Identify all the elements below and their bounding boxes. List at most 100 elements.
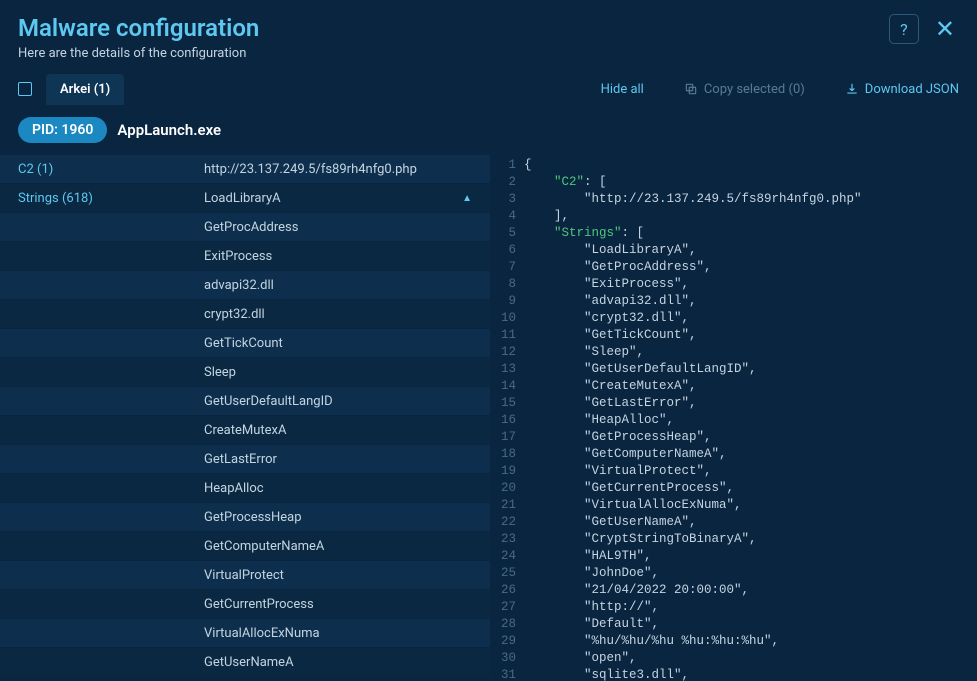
line-number: 16 bbox=[490, 412, 516, 429]
header: Malware configuration Here are the detai… bbox=[0, 0, 977, 71]
row-value: VirtualAllocExNuma bbox=[204, 626, 490, 641]
row-value: advapi32.dll bbox=[204, 278, 490, 293]
line-number: 4 bbox=[490, 208, 516, 225]
code-line: "VirtualProtect", bbox=[524, 463, 977, 480]
line-number: 24 bbox=[490, 548, 516, 565]
line-number: 21 bbox=[490, 497, 516, 514]
row-value: VirtualProtect bbox=[204, 568, 490, 583]
toolbar: Arkei (1) Hide all Copy selected (0) Dow… bbox=[0, 71, 977, 107]
list-row[interactable]: GetProcessHeap bbox=[0, 503, 490, 532]
list-row[interactable]: GetTickCount bbox=[0, 329, 490, 358]
row-value: http://23.137.249.5/fs89rh4nfg0.php bbox=[204, 162, 490, 177]
code-line: "http://", bbox=[524, 599, 977, 616]
pid-bar: PID: 1960 AppLaunch.exe bbox=[0, 107, 977, 155]
code-line: "GetUserDefaultLangID", bbox=[524, 361, 977, 378]
row-value: GetComputerNameA bbox=[204, 539, 490, 554]
code-line: "GetCurrentProcess", bbox=[524, 480, 977, 497]
list-row[interactable]: CreateMutexA bbox=[0, 416, 490, 445]
code-line: "Sleep", bbox=[524, 344, 977, 361]
left-panel[interactable]: C2 (1)http://23.137.249.5/fs89rh4nfg0.ph… bbox=[0, 155, 490, 681]
code-line: "CreateMutexA", bbox=[524, 378, 977, 395]
list-row[interactable]: GetUserNameA bbox=[0, 648, 490, 677]
list-row[interactable]: ExitProcess bbox=[0, 242, 490, 271]
list-row[interactable]: Sleep bbox=[0, 358, 490, 387]
row-value: GetProcAddress bbox=[204, 220, 490, 235]
line-number: 31 bbox=[490, 667, 516, 681]
list-row[interactable]: crypt32.dll bbox=[0, 300, 490, 329]
list-row[interactable]: GetLastError bbox=[0, 445, 490, 474]
page-title: Malware configuration bbox=[18, 14, 889, 42]
row-value: LoadLibraryA bbox=[204, 191, 462, 206]
hide-all-button[interactable]: Hide all bbox=[601, 82, 644, 97]
header-actions: ? ✕ bbox=[889, 14, 959, 44]
row-value: GetUserDefaultLangID bbox=[204, 394, 490, 409]
list-row[interactable]: VirtualAllocExNuma bbox=[0, 619, 490, 648]
list-row[interactable]: advapi32.dll bbox=[0, 271, 490, 300]
row-label: Strings (618) bbox=[18, 191, 204, 206]
code-line: { bbox=[524, 157, 977, 174]
code-line: "HeapAlloc", bbox=[524, 412, 977, 429]
code-line: "CryptStringToBinaryA", bbox=[524, 531, 977, 548]
close-button[interactable]: ✕ bbox=[931, 17, 959, 41]
code-line: "21/04/2022 20:00:00", bbox=[524, 582, 977, 599]
list-row[interactable]: VirtualProtect bbox=[0, 561, 490, 590]
line-number: 23 bbox=[490, 531, 516, 548]
code-line: "VirtualAllocExNuma", bbox=[524, 497, 977, 514]
code-line: ], bbox=[524, 208, 977, 225]
row-value: GetProcessHeap bbox=[204, 510, 490, 525]
code-line: "Default", bbox=[524, 616, 977, 633]
code-line: "ExitProcess", bbox=[524, 276, 977, 293]
list-row[interactable]: GetComputerNameA bbox=[0, 532, 490, 561]
code-line: "GetUserNameA", bbox=[524, 514, 977, 531]
code-line: "sqlite3.dll", bbox=[524, 667, 977, 681]
list-row[interactable]: HeapAlloc bbox=[0, 474, 490, 503]
code-line: "GetComputerNameA", bbox=[524, 446, 977, 463]
download-json-label: Download JSON bbox=[865, 82, 959, 97]
exe-name: AppLaunch.exe bbox=[117, 121, 221, 139]
list-row[interactable]: GetUserDefaultLangID bbox=[0, 387, 490, 416]
row-value: ExitProcess bbox=[204, 249, 490, 264]
help-button[interactable]: ? bbox=[889, 14, 919, 44]
close-icon: ✕ bbox=[935, 15, 955, 43]
line-number: 29 bbox=[490, 633, 516, 650]
line-number: 6 bbox=[490, 242, 516, 259]
line-number: 27 bbox=[490, 599, 516, 616]
row-value: GetCurrentProcess bbox=[204, 597, 490, 612]
header-left: Malware configuration Here are the detai… bbox=[18, 14, 889, 61]
collapse-icon[interactable]: ▲ bbox=[462, 193, 472, 204]
line-number: 26 bbox=[490, 582, 516, 599]
code-line: "GetTickCount", bbox=[524, 327, 977, 344]
select-all-checkbox[interactable] bbox=[18, 82, 32, 96]
row-value: CreateMutexA bbox=[204, 423, 490, 438]
line-number: 15 bbox=[490, 395, 516, 412]
list-row[interactable]: GetCurrentProcess bbox=[0, 590, 490, 619]
line-number: 18 bbox=[490, 446, 516, 463]
list-row[interactable]: GetProcAddress bbox=[0, 213, 490, 242]
page-subtitle: Here are the details of the configuratio… bbox=[18, 46, 889, 61]
download-json-button[interactable]: Download JSON bbox=[845, 82, 959, 97]
copy-selected-label: Copy selected (0) bbox=[704, 82, 805, 97]
line-number: 10 bbox=[490, 310, 516, 327]
list-row[interactable]: C2 (1)http://23.137.249.5/fs89rh4nfg0.ph… bbox=[0, 155, 490, 184]
code-line: "Strings": [ bbox=[524, 225, 977, 242]
tab-arkei[interactable]: Arkei (1) bbox=[46, 74, 124, 105]
code-line: "GetProcessHeap", bbox=[524, 429, 977, 446]
code-line: "crypt32.dll", bbox=[524, 310, 977, 327]
content: C2 (1)http://23.137.249.5/fs89rh4nfg0.ph… bbox=[0, 155, 977, 681]
code-line: "open", bbox=[524, 650, 977, 667]
line-number: 14 bbox=[490, 378, 516, 395]
line-number: 19 bbox=[490, 463, 516, 480]
row-value: GetTickCount bbox=[204, 336, 490, 351]
code-line: "GetLastError", bbox=[524, 395, 977, 412]
row-value: HeapAlloc bbox=[204, 481, 490, 496]
line-number: 20 bbox=[490, 480, 516, 497]
list-row[interactable]: Strings (618)LoadLibraryA▲ bbox=[0, 184, 490, 213]
copy-selected-button[interactable]: Copy selected (0) bbox=[684, 82, 805, 97]
help-icon: ? bbox=[900, 20, 908, 39]
json-viewer[interactable]: 1234567891011121314151617181920212223242… bbox=[490, 155, 977, 681]
line-number: 7 bbox=[490, 259, 516, 276]
line-number: 9 bbox=[490, 293, 516, 310]
row-value: GetLastError bbox=[204, 452, 490, 467]
line-number: 5 bbox=[490, 225, 516, 242]
code-line: "advapi32.dll", bbox=[524, 293, 977, 310]
